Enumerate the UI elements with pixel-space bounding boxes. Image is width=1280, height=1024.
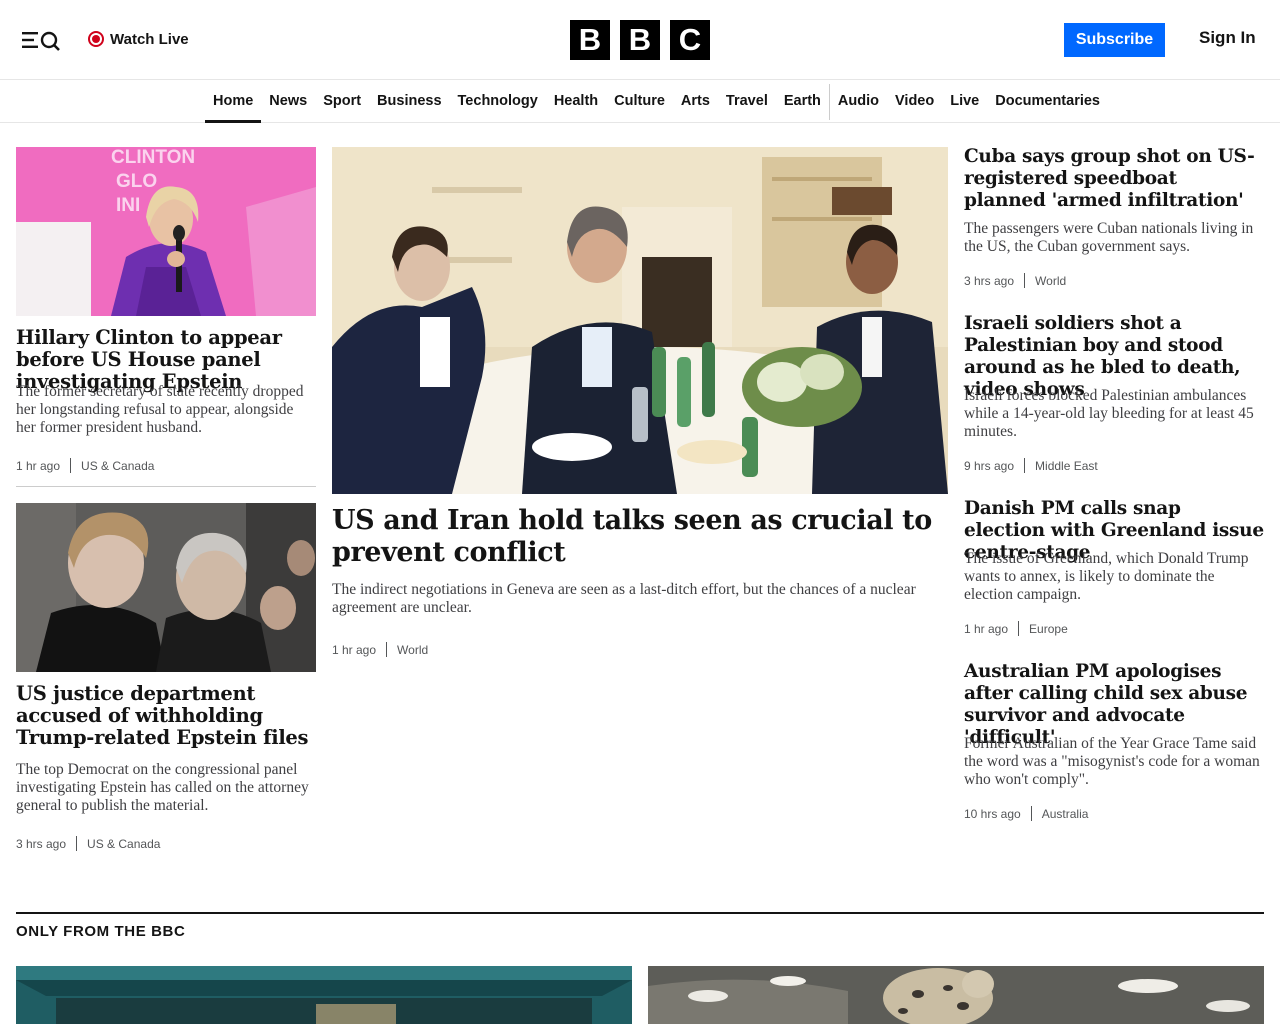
site-header: Watch Live B B C Subscribe Sign In — [0, 0, 1280, 80]
bbc-feature-image-right[interactable] — [648, 966, 1264, 1024]
watch-live-label: Watch Live — [110, 30, 189, 48]
story-meta: 3 hrs ago World — [964, 273, 1066, 288]
story-time: 1 hr ago — [332, 642, 377, 657]
logo-block-c: C — [670, 20, 710, 60]
nav-item-technology[interactable]: Technology — [450, 81, 546, 123]
nav-item-arts[interactable]: Arts — [673, 81, 718, 123]
story-category[interactable]: US & Canada — [87, 837, 160, 851]
nav-item-video[interactable]: Video — [887, 81, 942, 123]
bbc-feature-image-left[interactable] — [16, 966, 632, 1024]
story-time: 1 hr ago — [964, 621, 1009, 636]
meta-divider — [1024, 458, 1026, 473]
bbc-logo[interactable]: B B C — [570, 20, 710, 60]
story-divider — [16, 486, 316, 487]
story-summary: The passengers were Cuban nationals livi… — [964, 220, 1254, 255]
main-story-headline[interactable]: US and Iran hold talks seen as crucial t… — [332, 505, 948, 569]
story-headline[interactable]: Cuba says group shot on US-registered sp… — [964, 146, 1264, 212]
story-category[interactable]: World — [1035, 274, 1066, 288]
nav-item-documentaries[interactable]: Documentaries — [987, 81, 1108, 123]
nav-item-audio[interactable]: Audio — [830, 81, 887, 123]
story-category[interactable]: US & Canada — [81, 459, 154, 473]
watch-live-link[interactable]: Watch Live — [88, 28, 189, 50]
nav-item-travel[interactable]: Travel — [718, 81, 776, 123]
story-time: 9 hrs ago — [964, 458, 1015, 473]
story-headline[interactable]: US justice department accused of withhol… — [16, 683, 316, 749]
story-summary: The former secretary of state recently d… — [16, 383, 304, 436]
us-iran-talks-image[interactable] — [332, 147, 948, 494]
story-category[interactable]: Australia — [1042, 807, 1089, 821]
nav-item-news[interactable]: News — [261, 81, 315, 123]
story-meta: 1 hr ago US & Canada — [16, 458, 154, 473]
story-summary: The top Democrat on the congressional pa… — [16, 761, 309, 814]
meta-divider — [386, 642, 388, 657]
menu-search-button[interactable] — [20, 26, 64, 54]
section-title: ONLY FROM THE BBC — [16, 923, 186, 940]
svg-text:INI: INI — [116, 195, 140, 216]
logo-block-b2: B — [620, 20, 660, 60]
menu-search-icon — [22, 31, 60, 51]
story-meta: 1 hr ago World — [332, 642, 428, 657]
story-meta: 3 hrs ago US & Canada — [16, 836, 160, 851]
main-nav: Home News Sport Business Technology Heal… — [0, 81, 1280, 123]
meta-divider — [1018, 621, 1020, 636]
nav-item-health[interactable]: Health — [546, 81, 606, 123]
live-icon — [88, 31, 104, 47]
story-time: 3 hrs ago — [964, 273, 1015, 288]
sign-in-link[interactable]: Sign In — [1199, 28, 1256, 48]
story-summary: The issue of Greenland, which Donald Tru… — [964, 550, 1249, 603]
nav-item-business[interactable]: Business — [369, 81, 449, 123]
section-divider — [16, 912, 1264, 914]
story-category[interactable]: Europe — [1029, 622, 1068, 636]
story-time: 3 hrs ago — [16, 836, 67, 851]
main-story-summary: The indirect negotiations in Geneva are … — [332, 581, 916, 616]
logo-block-b1: B — [570, 20, 610, 60]
subscribe-button[interactable]: Subscribe — [1064, 23, 1165, 57]
story-time: 1 hr ago — [16, 458, 61, 473]
story-meta: 1 hr ago Europe — [964, 621, 1068, 636]
clinton-story-image[interactable]: CLINTON GLO INI — [16, 147, 316, 316]
meta-divider — [70, 458, 72, 473]
meta-divider — [76, 836, 78, 851]
nav-item-culture[interactable]: Culture — [606, 81, 673, 123]
epstein-files-story-image[interactable] — [16, 503, 316, 672]
nav-item-home[interactable]: Home — [205, 81, 262, 123]
story-summary: Former Australian of the Year Grace Tame… — [964, 735, 1260, 788]
nav-item-live[interactable]: Live — [942, 81, 987, 123]
svg-text:CLINTON: CLINTON — [111, 147, 195, 168]
story-category[interactable]: World — [397, 643, 428, 657]
story-category[interactable]: Middle East — [1035, 459, 1098, 473]
nav-item-sport[interactable]: Sport — [315, 81, 369, 123]
story-meta: 10 hrs ago Australia — [964, 806, 1088, 821]
story-summary: Israeli forces blocked Palestinian ambul… — [964, 387, 1254, 440]
story-time: 10 hrs ago — [964, 806, 1021, 821]
svg-text:GLO: GLO — [116, 171, 157, 192]
story-meta: 9 hrs ago Middle East — [964, 458, 1098, 473]
meta-divider — [1030, 806, 1032, 821]
meta-divider — [1024, 273, 1026, 288]
nav-item-earth[interactable]: Earth — [776, 81, 829, 123]
